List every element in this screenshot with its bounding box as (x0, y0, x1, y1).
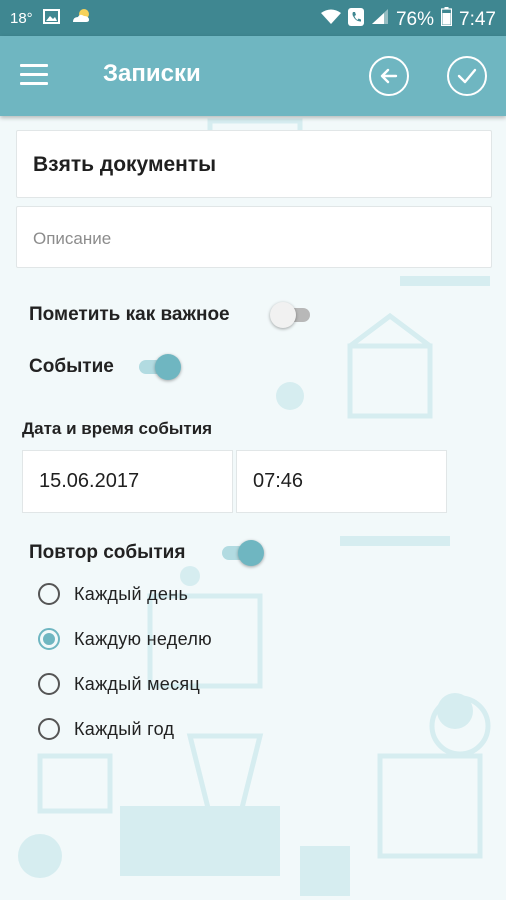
important-toggle[interactable] (270, 302, 314, 328)
repeat-option-daily[interactable]: Каждый день (38, 580, 188, 608)
battery-text: 76% (395, 8, 435, 30)
check-icon (457, 68, 477, 84)
back-button[interactable] (369, 56, 409, 96)
temperature-text: 18° (10, 9, 33, 27)
event-toggle[interactable] (137, 354, 181, 380)
battery-icon (440, 7, 453, 32)
radio-button[interactable] (38, 718, 60, 740)
date-field[interactable]: 15.06.2017 (22, 450, 233, 513)
wifi-icon (320, 9, 341, 31)
repeat-option-weekly[interactable]: Каждую неделю (38, 625, 212, 653)
status-bar: 18° 76% 7:47 (0, 0, 506, 36)
title-field[interactable]: Взять документы (16, 130, 492, 198)
time-value: 07:46 (253, 470, 304, 492)
hamburger-icon[interactable] (20, 64, 48, 86)
repeat-toggle[interactable] (220, 540, 264, 566)
page-title: Записки (103, 60, 201, 87)
radio-button[interactable] (38, 583, 60, 605)
radio-label: Каждую неделю (74, 628, 212, 649)
confirm-button[interactable] (447, 56, 487, 96)
app-bar: Записки (0, 36, 506, 116)
radio-label: Каждый день (74, 583, 189, 604)
radio-button[interactable] (38, 673, 60, 695)
description-placeholder: Описание (33, 229, 112, 248)
image-icon (42, 8, 60, 28)
important-label: Пометить как важное (29, 304, 230, 325)
repeat-label: Повтор события (29, 542, 186, 563)
repeat-option-monthly[interactable]: Каждый месяц (38, 670, 200, 698)
radio-label: Каждый месяц (74, 673, 201, 694)
signal-icon (371, 8, 389, 31)
clock-text: 7:47 (459, 8, 496, 30)
radio-label: Каждый год (74, 718, 175, 739)
description-field[interactable]: Описание (16, 206, 492, 268)
arrow-left-icon (380, 68, 398, 84)
datetime-label: Дата и время события (22, 419, 213, 438)
repeat-option-yearly[interactable]: Каждый год (38, 715, 174, 743)
radio-button[interactable] (38, 628, 60, 650)
date-value: 15.06.2017 (39, 470, 140, 492)
note-form: Взять документы Описание Пометить как ва… (0, 116, 506, 900)
title-value: Взять документы (33, 153, 217, 176)
call-icon (347, 7, 364, 32)
weather-icon (70, 8, 92, 28)
event-label: Событие (29, 356, 114, 377)
time-field[interactable]: 07:46 (236, 450, 447, 513)
